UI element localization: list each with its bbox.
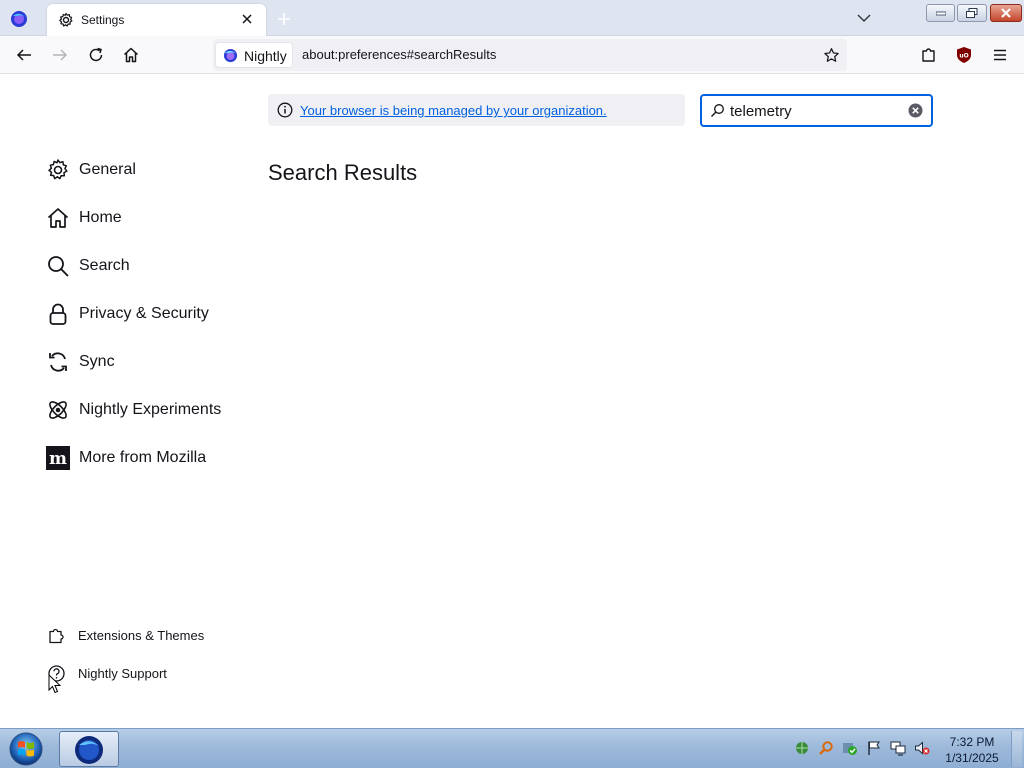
- nightly-support-link[interactable]: Nightly Support: [46, 663, 246, 685]
- svg-text:uO: uO: [959, 53, 968, 60]
- search-input[interactable]: [730, 101, 905, 121]
- category-label: Sync: [79, 353, 115, 370]
- footer-label: Nightly Support: [78, 666, 167, 681]
- home-icon[interactable]: [122, 46, 140, 64]
- forward-arrow-icon[interactable]: [51, 46, 69, 64]
- experiments-icon: [49, 401, 67, 419]
- policies-notice: Your browser is being managed by your or…: [268, 94, 685, 126]
- category-sync[interactable]: Sync: [44, 348, 244, 376]
- identity-box[interactable]: Nightly: [215, 42, 293, 68]
- action-center-flag-icon[interactable]: [866, 740, 882, 756]
- tab-title: Settings: [81, 13, 125, 27]
- sync-icon: [49, 352, 67, 372]
- plus-icon[interactable]: [276, 11, 292, 27]
- back-arrow-icon[interactable]: [15, 46, 33, 64]
- preferences-page: Your browser is being managed by your or…: [0, 74, 1024, 728]
- restore-button[interactable]: [957, 4, 987, 22]
- close-icon: [1001, 8, 1011, 18]
- category-experiments[interactable]: Nightly Experiments: [44, 396, 244, 424]
- url-text[interactable]: about:preferences#searchResults: [302, 47, 496, 62]
- windows-taskbar: 7:32 PM 1/31/2025: [0, 728, 1024, 768]
- taskbar-clock[interactable]: 7:32 PM 1/31/2025: [930, 734, 1014, 766]
- restore-icon: [966, 8, 978, 18]
- footer-label: Extensions & Themes: [78, 628, 205, 643]
- url-bar[interactable]: Nightly about:preferences#searchResults: [213, 39, 847, 71]
- nightly-logo-icon: [223, 48, 238, 63]
- firefox-nightly-icon: [75, 736, 103, 764]
- page-title: Search Results: [268, 160, 418, 185]
- bookmark-star-icon[interactable]: [823, 47, 840, 64]
- search-icon: [711, 104, 724, 117]
- category-label: More from Mozilla: [79, 449, 207, 466]
- puzzle-icon[interactable]: [920, 46, 938, 64]
- close-window-button[interactable]: [990, 4, 1022, 22]
- category-label: Privacy & Security: [79, 305, 209, 322]
- info-icon: [277, 102, 293, 118]
- start-button[interactable]: [6, 731, 46, 767]
- clock-date: 1/31/2025: [945, 751, 999, 765]
- identity-label: Nightly: [244, 48, 287, 64]
- hamburger-menu-icon[interactable]: [991, 46, 1009, 64]
- security-shield-icon[interactable]: [842, 740, 858, 756]
- tab-strip: Settings: [0, 0, 1024, 36]
- category-more-from-mozilla[interactable]: m More from Mozilla: [44, 444, 244, 472]
- category-home[interactable]: Home: [44, 204, 244, 232]
- minimize-button[interactable]: [926, 4, 955, 22]
- taskbar-firefox-nightly[interactable]: [59, 731, 119, 767]
- managed-by-organization-link[interactable]: Your browser is being managed by your or…: [300, 103, 607, 118]
- gear-icon: [48, 159, 68, 180]
- show-desktop-button[interactable]: [1011, 731, 1022, 767]
- chevron-down-icon[interactable]: [856, 11, 872, 25]
- category-label: Nightly Experiments: [79, 401, 222, 418]
- tab-settings[interactable]: Settings: [47, 4, 266, 36]
- mouse-cursor-icon: [48, 674, 62, 694]
- svg-text:m: m: [49, 449, 67, 469]
- clock-time: 7:32 PM: [949, 735, 995, 749]
- category-privacy[interactable]: Privacy & Security: [44, 300, 244, 328]
- category-search[interactable]: Search: [44, 252, 244, 280]
- settings-search-box[interactable]: [700, 94, 933, 127]
- network-monitor-icon[interactable]: [890, 740, 906, 756]
- volume-muted-icon[interactable]: [914, 740, 930, 756]
- search-tray-icon[interactable]: [818, 740, 834, 756]
- close-tab-icon[interactable]: [240, 12, 254, 26]
- home-icon: [47, 208, 69, 228]
- network-globe-icon[interactable]: [794, 740, 810, 756]
- lock-icon: [49, 303, 67, 325]
- ublock-origin-icon[interactable]: uO: [955, 46, 973, 64]
- search-icon: [48, 256, 69, 277]
- extensions-themes-link[interactable]: Extensions & Themes: [46, 625, 246, 647]
- category-label: Search: [79, 257, 130, 274]
- mozilla-icon: m: [46, 446, 70, 470]
- reload-icon[interactable]: [87, 46, 105, 64]
- category-label: Home: [79, 209, 122, 226]
- puzzle-icon: [49, 628, 64, 644]
- clear-search-icon[interactable]: [908, 103, 923, 118]
- gear-icon: [59, 12, 73, 27]
- navigation-toolbar: Nightly about:preferences#searchResults …: [0, 36, 1024, 74]
- minimize-icon: [935, 11, 946, 16]
- firefox-nightly-icon[interactable]: [10, 10, 28, 28]
- category-general[interactable]: General: [44, 156, 244, 184]
- category-label: General: [79, 161, 136, 178]
